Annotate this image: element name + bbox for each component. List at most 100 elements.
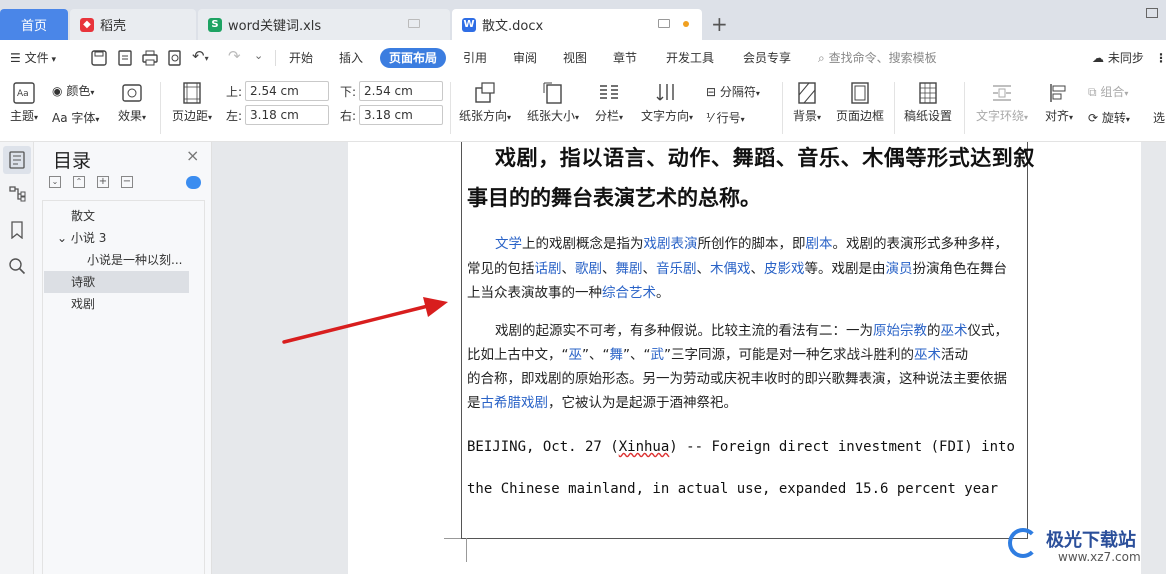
page-border-icon: [851, 82, 869, 104]
save-icon[interactable]: [91, 50, 107, 66]
orientation-button[interactable]: 纸张方向▾: [456, 82, 514, 124]
margin-right-input[interactable]: 3.18 cm: [359, 105, 443, 125]
menu-view[interactable]: 视图: [563, 48, 587, 68]
text-wrap-button[interactable]: 文字环绕▾: [973, 82, 1031, 124]
toc-item-sanwen[interactable]: 散文: [71, 205, 95, 227]
toc-item-xiju[interactable]: 戏剧: [71, 293, 95, 315]
tab-xls[interactable]: S word关键词.xls: [198, 9, 450, 40]
link[interactable]: 木偶戏: [710, 261, 751, 277]
text-wrap-icon: [993, 85, 1011, 101]
menu-page-layout[interactable]: 页面布局: [380, 48, 447, 68]
link[interactable]: 皮影戏: [764, 261, 805, 277]
collapse-all-icon[interactable]: ⌄: [49, 176, 61, 188]
menu-start[interactable]: 开始: [289, 48, 313, 68]
toc-item-shige[interactable]: 诗歌: [44, 271, 189, 293]
print-icon[interactable]: [142, 50, 158, 66]
tab-docx[interactable]: W 散文.docx: [452, 9, 702, 40]
spell-check-word[interactable]: Xinhua: [619, 439, 670, 455]
menu-chapter[interactable]: 章节: [613, 48, 637, 68]
link[interactable]: 舞: [610, 347, 624, 363]
quick-access-more-icon[interactable]: ⌄: [254, 49, 263, 62]
more-menu-icon[interactable]: ⋮: [1155, 48, 1166, 68]
text-direction-button[interactable]: 文字方向▾: [638, 82, 696, 124]
link[interactable]: 原始宗教: [873, 323, 927, 339]
menu-review[interactable]: 审阅: [513, 48, 537, 68]
effect-button[interactable]: 效果▾: [115, 82, 149, 124]
margin-left-label: 左:: [226, 109, 243, 123]
undo-icon[interactable]: ↶▾: [192, 47, 209, 65]
align-button[interactable]: 对齐▾: [1042, 82, 1076, 124]
select-button[interactable]: 选: [1153, 109, 1165, 126]
paper-size-icon: [543, 82, 562, 104]
link[interactable]: 巫术: [914, 347, 941, 363]
window-restore-icon[interactable]: [1146, 8, 1158, 18]
link[interactable]: 歌剧: [575, 261, 602, 277]
margin-left-input[interactable]: 3.18 cm: [245, 105, 329, 125]
toc-item-xiaoshuo[interactable]: ⌄ 小说 3: [57, 227, 106, 249]
print-preview-icon[interactable]: [167, 50, 183, 66]
columns-button[interactable]: 分栏▾: [592, 82, 626, 124]
margin-bottom-input[interactable]: 2.54 cm: [359, 81, 443, 101]
group-button[interactable]: ⧉ 组合▾: [1088, 83, 1128, 100]
sync-status[interactable]: ☁ 未同步: [1092, 48, 1144, 68]
document-page[interactable]: 戏剧，指以语言、动作、舞蹈、音乐、木偶等形式达到叙 事目的的舞台表演艺术的总称。…: [348, 142, 1141, 574]
link[interactable]: 话剧: [535, 261, 562, 277]
export-pdf-icon[interactable]: [117, 50, 133, 66]
link[interactable]: 演员: [886, 261, 913, 277]
add-item-icon[interactable]: +: [97, 176, 109, 188]
link[interactable]: 戏剧表演: [644, 236, 698, 252]
toc-tree: 散文 ⌄ 小说 3 小说是一种以刻... 诗歌 戏剧: [42, 200, 205, 574]
spreadsheet-icon: S: [208, 17, 222, 32]
toc-item-xiaoshuo-sub[interactable]: 小说是一种以刻...: [87, 249, 182, 271]
tab-home[interactable]: 首页: [0, 9, 68, 40]
menu-developer[interactable]: 开发工具: [666, 48, 714, 68]
tab-daoke[interactable]: ◆ 稻壳: [70, 9, 196, 40]
link[interactable]: 综合艺术: [602, 285, 656, 301]
breaks-button[interactable]: ⊟ 分隔符▾: [706, 83, 760, 100]
link[interactable]: 巫术: [941, 323, 968, 339]
link[interactable]: 文学: [495, 236, 522, 252]
redo-icon[interactable]: ↷: [228, 47, 241, 65]
menu-reference[interactable]: 引用: [463, 48, 487, 68]
left-icon-bar: [0, 142, 34, 574]
close-icon[interactable]: ×: [186, 146, 199, 165]
margin-top-input[interactable]: 2.54 cm: [245, 81, 329, 101]
margin-bottom-label: 下:: [340, 85, 357, 99]
search-icon: ⌕: [818, 51, 825, 65]
theme-icon: Aa: [13, 82, 35, 104]
background-button[interactable]: 背景▾: [790, 82, 824, 124]
font-button[interactable]: Aa 字体▾: [52, 109, 99, 126]
link[interactable]: 舞剧: [616, 261, 643, 277]
paper-size-button[interactable]: 纸张大小▾: [524, 82, 582, 124]
remove-item-icon[interactable]: −: [121, 176, 133, 188]
search-icon[interactable]: [8, 257, 26, 275]
breaks-icon: ⊟: [706, 85, 717, 99]
menu-insert[interactable]: 插入: [339, 48, 363, 68]
command-search[interactable]: ⌕ 查找命令、搜索模板: [818, 48, 937, 68]
theme-button[interactable]: Aa 主题▾: [8, 82, 40, 124]
margins-button[interactable]: 页边距▾: [170, 82, 214, 124]
menu-member[interactable]: 会员专享: [743, 48, 791, 68]
link[interactable]: 剧本: [806, 236, 833, 252]
smart-toc-icon[interactable]: [186, 176, 201, 189]
expand-all-icon[interactable]: ⌃: [73, 176, 85, 188]
rotate-button[interactable]: ⟳ 旋转▾: [1088, 109, 1130, 126]
link[interactable]: 古希腊戏剧: [481, 395, 549, 411]
bookmark-icon[interactable]: [8, 221, 26, 239]
file-menu[interactable]: ☰ 文件 ▾: [10, 48, 56, 68]
unsaved-dot-icon: [683, 21, 689, 27]
link[interactable]: 武: [651, 347, 665, 363]
ribbon-toolbar: Aa 主题▾ ◉ 颜色▾ Aa 字体▾ 效果▾ 页边距▾ 上: 2.54 cm …: [0, 76, 1166, 142]
toc-panel-icon[interactable]: [8, 151, 26, 169]
manuscript-button[interactable]: 稿纸设置: [904, 82, 952, 124]
link[interactable]: 巫: [569, 347, 583, 363]
color-button[interactable]: ◉ 颜色▾: [52, 82, 94, 99]
link[interactable]: 音乐剧: [656, 261, 697, 277]
line-numbers-button[interactable]: ⅟ 行号▾: [706, 109, 745, 126]
navigation-tree-icon[interactable]: [8, 185, 26, 203]
page-border-button[interactable]: 页面边框: [836, 82, 884, 124]
new-tab-plus-icon[interactable]: +: [711, 12, 728, 36]
chevron-down-icon[interactable]: ⌄: [57, 231, 71, 245]
text-direction-icon: [656, 84, 674, 101]
palette-icon: ◉: [52, 84, 63, 98]
